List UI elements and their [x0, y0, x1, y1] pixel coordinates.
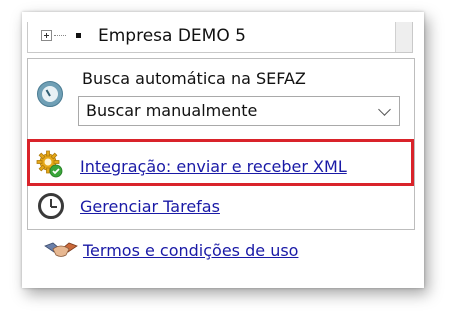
clock-icon — [37, 81, 63, 107]
tree-item-company[interactable]: Empresa DEMO 5 — [98, 26, 246, 46]
bullet-icon — [76, 33, 81, 38]
integration-link[interactable]: Integração: enviar e receber XML — [80, 157, 347, 176]
search-mode-value: Buscar manualmente — [86, 101, 258, 120]
company-tree: Empresa DEMO 5 — [27, 22, 413, 53]
sefaz-search-label: Busca automática na SEFAZ — [82, 69, 306, 88]
manage-tasks-link[interactable]: Gerenciar Tarefas — [80, 197, 220, 216]
search-mode-select[interactable]: Buscar manualmente — [78, 96, 400, 126]
terms-link[interactable]: Termos e condições de uso — [83, 241, 298, 260]
plus-box-icon[interactable] — [41, 30, 52, 41]
chevron-down-icon — [378, 103, 391, 116]
tasks-clock-icon — [38, 193, 64, 219]
gear-check-icon — [36, 150, 63, 178]
tree-connector — [54, 35, 66, 36]
handshake-icon — [44, 242, 78, 257]
tree-scrollbar[interactable] — [395, 22, 412, 52]
